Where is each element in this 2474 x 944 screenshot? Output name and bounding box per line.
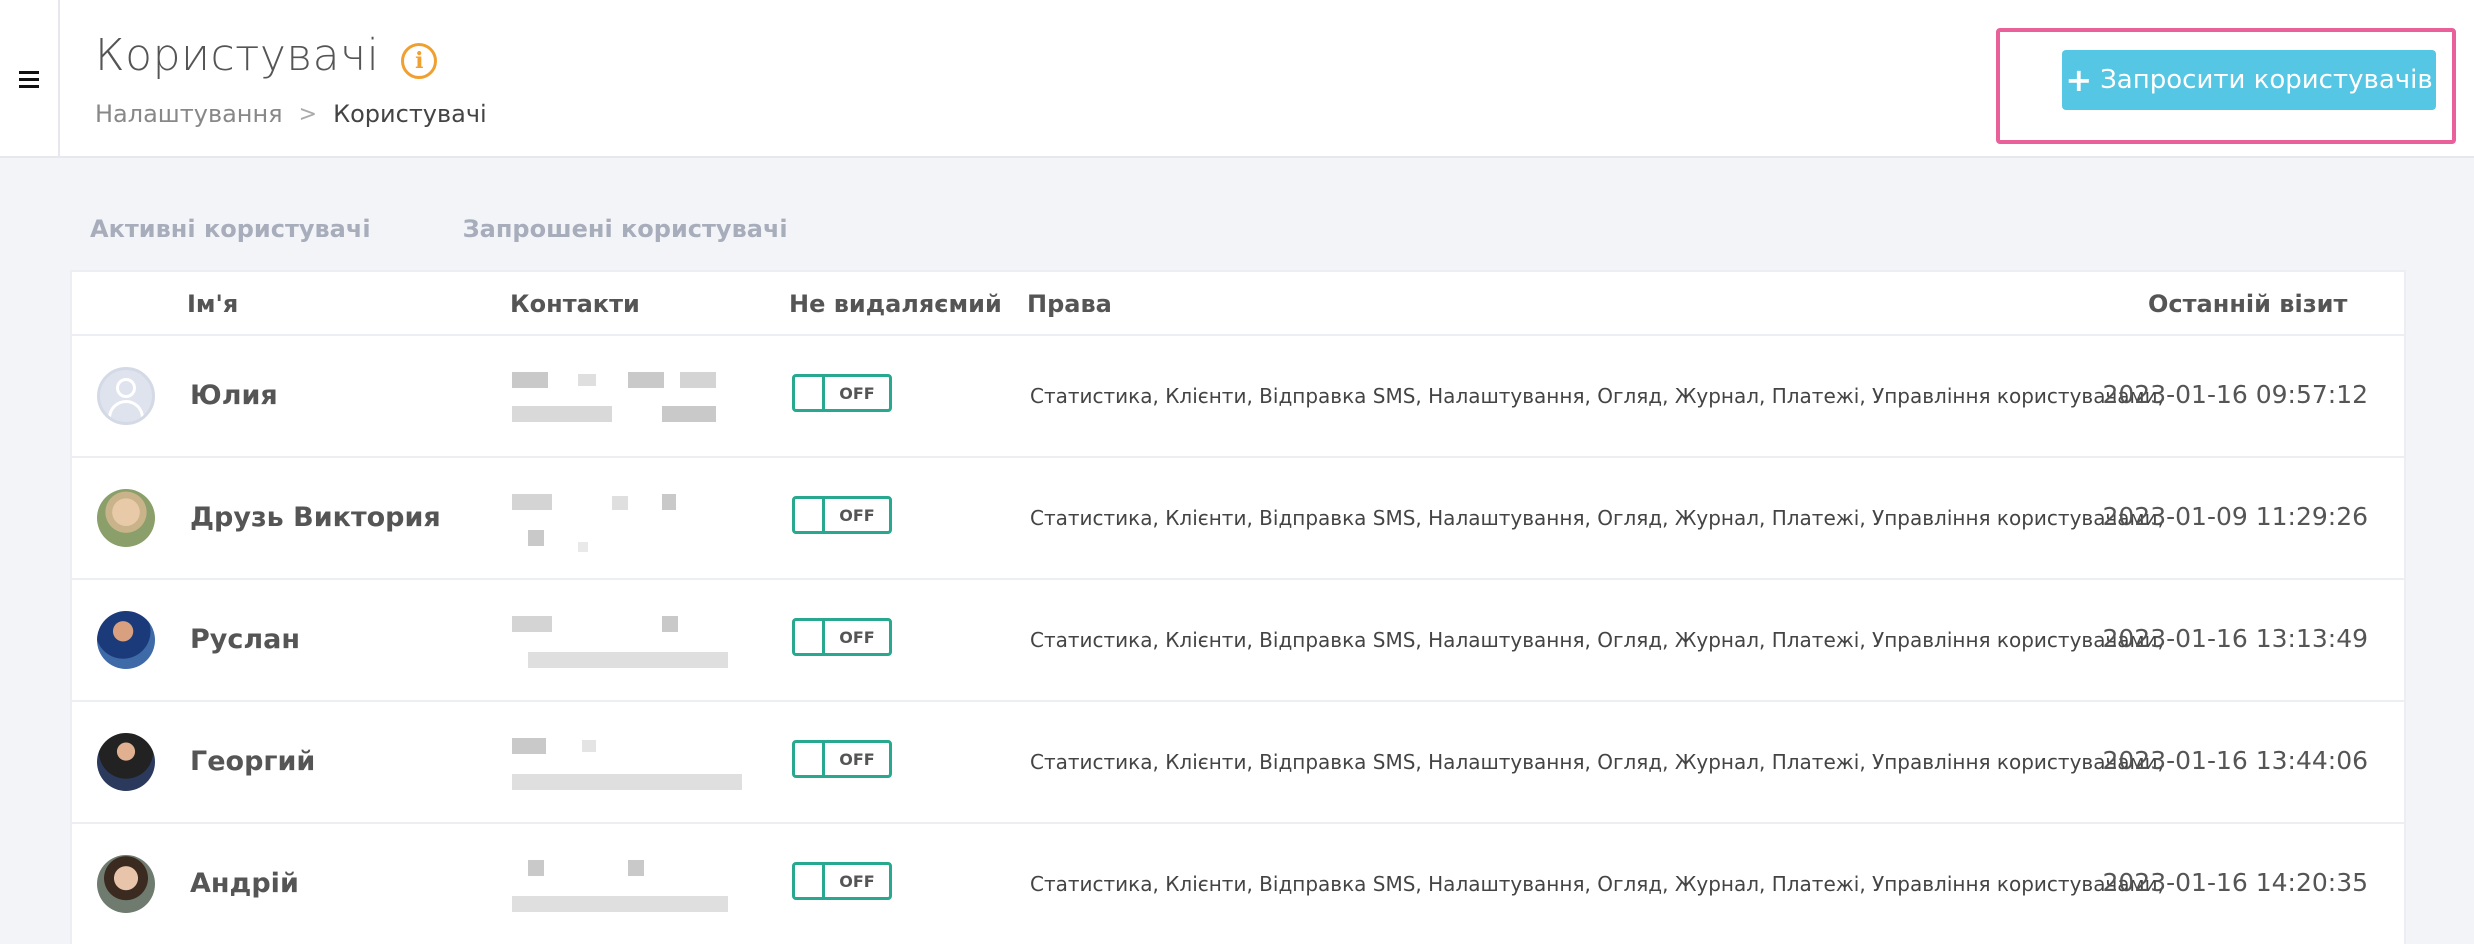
table-row[interactable]: Андрій OFF Статистика, Клієнти, Відправк… [72, 824, 2404, 944]
breadcrumb: Налаштування > Користувачі [95, 100, 487, 128]
column-rights[interactable]: Права [1027, 290, 1112, 318]
user-name: Андрій [190, 868, 299, 899]
breadcrumb-current: Користувачі [333, 100, 487, 128]
last-visit: 2023-01-16 13:44:06 [2102, 746, 2368, 775]
toggle-state: OFF [839, 627, 875, 647]
last-visit: 2023-01-09 11:29:26 [2102, 502, 2368, 531]
breadcrumb-separator: > [298, 101, 318, 127]
column-name[interactable]: Ім'я [187, 290, 238, 318]
tab-invited-users[interactable]: Запрошені користувачі [463, 215, 788, 243]
contacts-redacted [512, 738, 742, 794]
user-name: Друзь Виктория [190, 502, 441, 533]
table-row[interactable]: Друзь Виктория OFF Статистика, Клієнти, … [72, 458, 2404, 580]
last-visit: 2023-01-16 09:57:12 [2102, 380, 2368, 409]
table-row[interactable]: Георгий OFF Статистика, Клієнти, Відправ… [72, 702, 2404, 824]
menu-icon[interactable] [0, 0, 60, 158]
toggle-state: OFF [839, 749, 875, 769]
invite-users-button[interactable]: + Запросити користувачів [2062, 50, 2436, 110]
user-rights: Статистика, Клієнти, Відправка SMS, Нала… [1030, 506, 2164, 530]
tab-active-users[interactable]: Активні користувачі [90, 215, 371, 243]
table-header: Ім'я Контакти Не видаляємий Права Останн… [72, 272, 2404, 336]
user-name: Руслан [190, 624, 301, 655]
avatar [97, 489, 155, 547]
undeletable-toggle[interactable]: OFF [792, 862, 892, 900]
column-contacts[interactable]: Контакти [510, 290, 640, 318]
user-tabs: Активні користувачі Запрошені користувач… [90, 215, 880, 243]
contacts-redacted [512, 616, 742, 672]
info-icon[interactable]: i [401, 42, 438, 79]
user-rights: Статистика, Клієнти, Відправка SMS, Нала… [1030, 872, 2164, 896]
user-rights: Статистика, Клієнти, Відправка SMS, Нала… [1030, 628, 2164, 652]
toggle-state: OFF [839, 383, 875, 403]
column-undeletable[interactable]: Не видаляємий [789, 290, 1002, 318]
user-rights: Статистика, Клієнти, Відправка SMS, Нала… [1030, 750, 2164, 774]
avatar [97, 855, 155, 913]
user-rights: Статистика, Клієнти, Відправка SMS, Нала… [1030, 384, 2164, 408]
avatar [97, 367, 155, 425]
users-table: Ім'я Контакти Не видаляємий Права Останн… [70, 270, 2406, 944]
contacts-redacted [512, 372, 742, 428]
user-name: Георгий [190, 746, 316, 777]
invite-users-label: Запросити користувачів [2100, 65, 2433, 95]
user-name: Юлия [190, 380, 278, 411]
top-bar: Користувачі i Налаштування > Користувачі… [0, 0, 2474, 158]
title-area: Користувачі i [95, 30, 438, 81]
page-title: Користувачі [95, 30, 380, 81]
avatar [97, 733, 155, 791]
column-last-visit[interactable]: Останній візит [2148, 290, 2347, 318]
undeletable-toggle[interactable]: OFF [792, 740, 892, 778]
last-visit: 2023-01-16 13:13:49 [2102, 624, 2368, 653]
undeletable-toggle[interactable]: OFF [792, 618, 892, 656]
undeletable-toggle[interactable]: OFF [792, 374, 892, 412]
table-row[interactable]: Юлия OFF Статистика, Клієнти, Відправка … [72, 336, 2404, 458]
undeletable-toggle[interactable]: OFF [792, 496, 892, 534]
avatar [97, 611, 155, 669]
toggle-state: OFF [839, 871, 875, 891]
breadcrumb-settings-link[interactable]: Налаштування [95, 100, 283, 128]
plus-icon: + [2065, 61, 2093, 99]
last-visit: 2023-01-16 14:20:35 [2102, 868, 2368, 897]
table-row[interactable]: Руслан OFF Статистика, Клієнти, Відправк… [72, 580, 2404, 702]
contacts-redacted [512, 860, 742, 916]
toggle-state: OFF [839, 505, 875, 525]
contacts-redacted [512, 494, 742, 552]
